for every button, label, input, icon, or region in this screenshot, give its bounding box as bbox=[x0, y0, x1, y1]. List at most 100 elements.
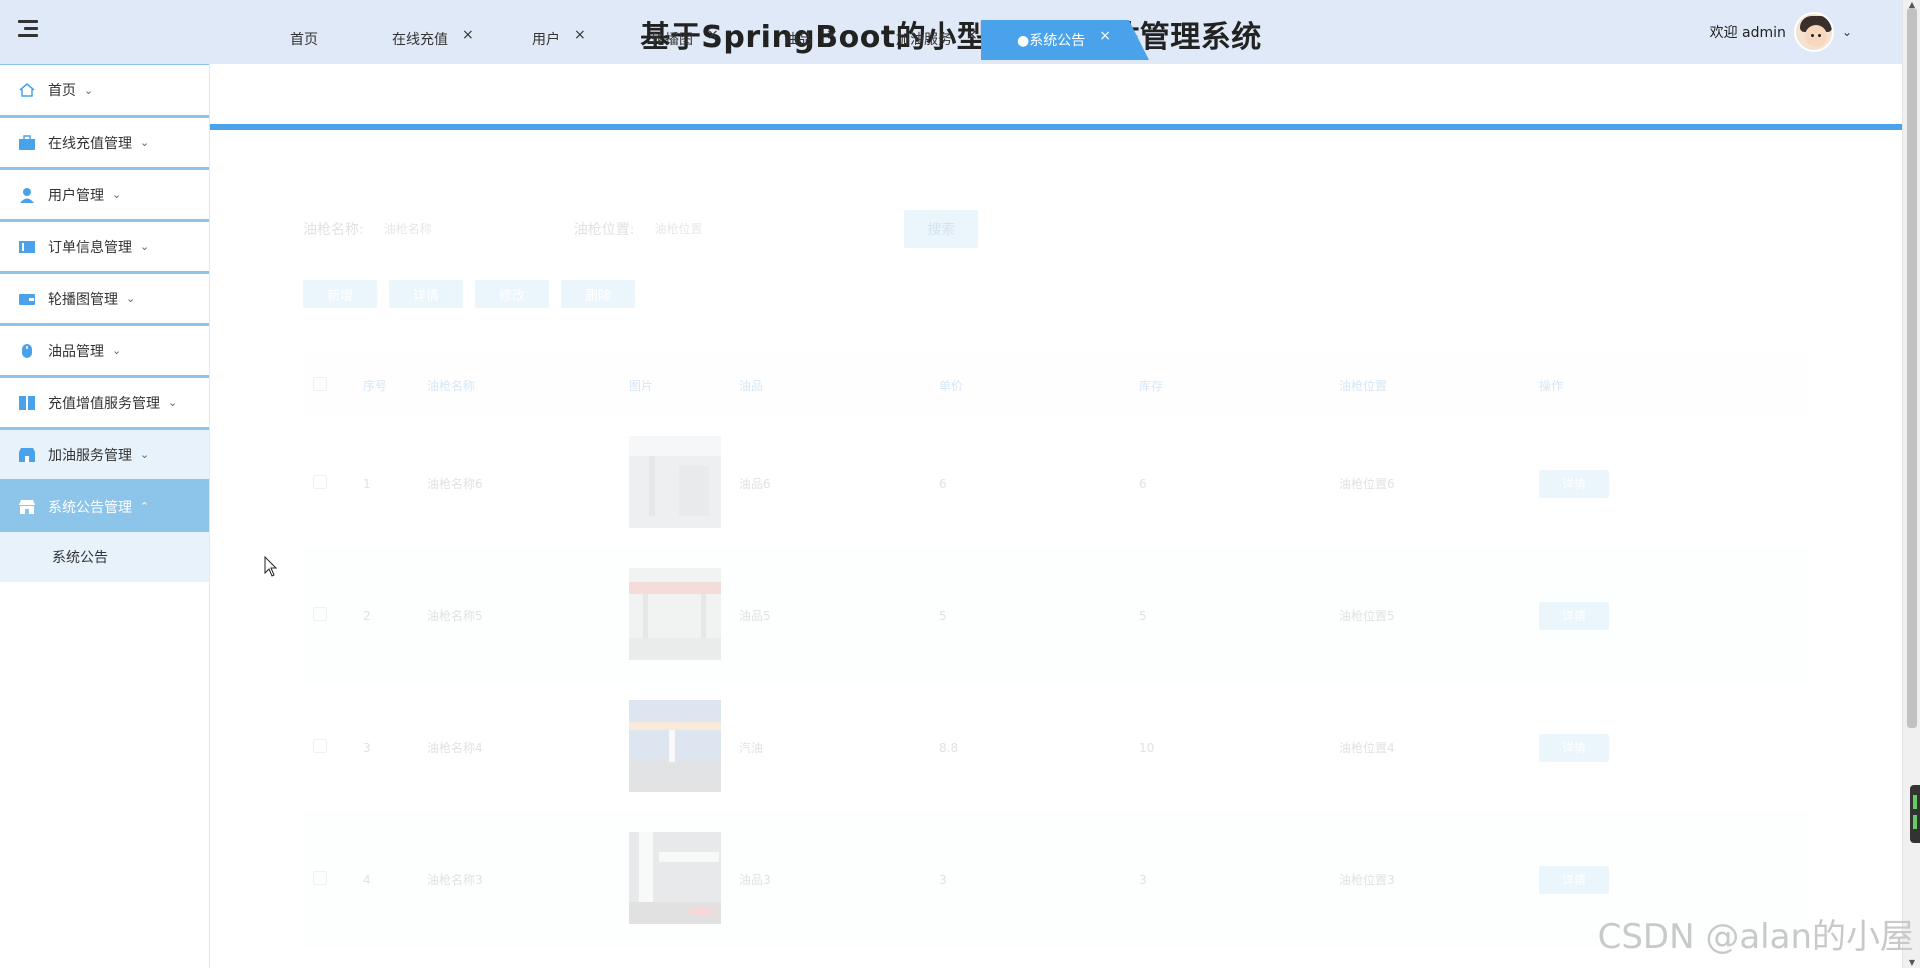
row-name: 油枪名称4 bbox=[427, 741, 483, 755]
row-location: 油枪位置4 bbox=[1339, 741, 1395, 755]
row-detail-button[interactable]: 详情 bbox=[1539, 733, 1609, 762]
gun-name-input[interactable] bbox=[383, 213, 534, 245]
row-detail-button[interactable]: 详情 bbox=[1539, 601, 1609, 630]
chevron-down-icon[interactable]: ⌄ bbox=[1842, 25, 1852, 39]
scroll-down-icon[interactable]: ▼ bbox=[1903, 958, 1920, 968]
home-icon bbox=[19, 83, 35, 97]
edit-button[interactable]: 修改 bbox=[475, 280, 549, 308]
sidebar-item-label: 油品管理 bbox=[48, 343, 104, 360]
row-oil: 油品3 bbox=[739, 873, 771, 887]
header-location[interactable]: 油枪位置 bbox=[1339, 377, 1539, 394]
shop-icon bbox=[19, 447, 35, 462]
row-detail-button[interactable]: 详情 bbox=[1539, 865, 1609, 894]
close-icon[interactable]: × bbox=[826, 27, 838, 43]
sidebar-item-value-added[interactable]: 充值增值服务管理 ⌄ bbox=[0, 376, 209, 428]
row-image bbox=[629, 568, 739, 663]
sidebar-item-oil[interactable]: 油品管理 ⌄ bbox=[0, 324, 209, 376]
header-name[interactable]: 油枪名称 bbox=[427, 377, 629, 394]
close-icon[interactable]: × bbox=[1099, 28, 1111, 44]
sidebar-item-label: 加油服务管理 bbox=[48, 447, 132, 464]
table-header: 序号 油枪名称 图片 油品 单价 库存 油枪位置 操作 bbox=[303, 352, 1809, 418]
sidebar-item-orders[interactable]: 订单信息管理 ⌄ bbox=[0, 220, 209, 272]
tab-home[interactable]: 首页 bbox=[290, 24, 318, 54]
tab-users[interactable]: 用户 × bbox=[532, 24, 586, 54]
tab-label: 用户 bbox=[532, 32, 560, 48]
tab-label: 轮播图 bbox=[651, 32, 693, 48]
search-bar: 油枪名称: 油枪位置: 搜索 bbox=[303, 210, 979, 248]
row-name: 油枪名称5 bbox=[427, 609, 483, 623]
user-menu[interactable]: 欢迎 admin ⌄ bbox=[1710, 10, 1852, 54]
tab-carousel[interactable]: 轮播图 × bbox=[651, 24, 719, 54]
mouse-cursor-icon bbox=[264, 556, 278, 577]
row-checkbox[interactable] bbox=[303, 739, 363, 756]
header-price[interactable]: 单价 bbox=[939, 377, 1139, 394]
delete-button[interactable]: 删除 bbox=[561, 280, 635, 308]
row-image bbox=[629, 832, 739, 927]
main-content: 油枪名称: 油枪位置: 搜索 新增 详情 修改 删除 序号 油枪名称 图片 油品… bbox=[210, 130, 1902, 968]
table-row: 3 油枪名称4 汽油 8.8 10 油枪位置4 详情 bbox=[303, 682, 1809, 814]
wallet-icon bbox=[19, 293, 35, 305]
row-location: 油枪位置3 bbox=[1339, 873, 1395, 887]
sidebar-item-recharge[interactable]: 在线充值管理 ⌄ bbox=[0, 116, 209, 168]
gun-location-input[interactable] bbox=[654, 213, 805, 245]
close-icon[interactable]: × bbox=[462, 27, 474, 43]
watermark: CSDN @alan的小屋 bbox=[1597, 917, 1914, 957]
sidebar-item-users[interactable]: 用户管理 ⌄ bbox=[0, 168, 209, 220]
close-icon[interactable]: × bbox=[707, 27, 719, 43]
tab-oil[interactable]: 油品 × bbox=[784, 24, 838, 54]
action-bar: 新增 详情 修改 删除 bbox=[303, 280, 635, 308]
sidebar-item-carousel[interactable]: 轮播图管理 ⌄ bbox=[0, 272, 209, 324]
tab-refuel-service[interactable]: 加油服务 × bbox=[896, 24, 978, 54]
header-op[interactable]: 操作 bbox=[1539, 377, 1739, 394]
scroll-thumb[interactable] bbox=[1907, 8, 1917, 728]
sidebar-item-label: 订单信息管理 bbox=[48, 239, 132, 256]
data-table: 序号 油枪名称 图片 油品 单价 库存 油枪位置 操作 1 油枪名称6 油品6 … bbox=[303, 352, 1809, 946]
side-widget[interactable] bbox=[1910, 785, 1920, 843]
add-button[interactable]: 新增 bbox=[303, 280, 377, 308]
row-oil: 汽油 bbox=[739, 741, 764, 755]
select-all-checkbox[interactable] bbox=[303, 376, 363, 394]
header-stock[interactable]: 库存 bbox=[1139, 377, 1339, 394]
chevron-down-icon: ⌄ bbox=[126, 292, 136, 305]
detail-button[interactable]: 详情 bbox=[389, 280, 463, 308]
sidebar-item-label: 首页 bbox=[48, 83, 76, 99]
close-icon[interactable]: × bbox=[574, 27, 586, 43]
row-index: 1 bbox=[363, 476, 371, 491]
row-detail-button[interactable]: 详情 bbox=[1539, 469, 1609, 498]
order-icon bbox=[19, 240, 35, 253]
sidebar-item-label: 在线充值管理 bbox=[48, 135, 132, 152]
row-name: 油枪名称6 bbox=[427, 477, 483, 491]
row-checkbox[interactable] bbox=[303, 475, 363, 492]
sidebar-item-home[interactable]: 首页 ⌄ bbox=[0, 64, 209, 116]
briefcase-icon bbox=[19, 134, 35, 150]
header-oil[interactable]: 油品 bbox=[739, 377, 939, 394]
row-price: 8.8 bbox=[939, 740, 959, 755]
chevron-down-icon: ⌄ bbox=[140, 448, 150, 461]
row-checkbox[interactable] bbox=[303, 871, 363, 888]
tab-recharge[interactable]: 在线充值 × bbox=[392, 24, 474, 54]
sidebar-item-label: 系统公告管理 bbox=[48, 499, 132, 516]
search-button[interactable]: 搜索 bbox=[904, 210, 979, 248]
tab-announcements[interactable]: ●系统公告 × bbox=[981, 20, 1149, 60]
row-location: 油枪位置5 bbox=[1339, 609, 1395, 623]
row-oil: 油品6 bbox=[739, 477, 771, 491]
row-index: 2 bbox=[363, 608, 371, 623]
search-label-location: 油枪位置: bbox=[573, 222, 635, 238]
row-oil: 油品5 bbox=[739, 609, 771, 623]
row-price: 5 bbox=[939, 608, 947, 623]
row-price: 3 bbox=[939, 872, 947, 887]
sidebar-item-announcements[interactable]: 系统公告管理 ⌃ bbox=[0, 480, 209, 532]
tab-label: 首页 bbox=[290, 32, 318, 48]
tab-label: ●系统公告 bbox=[1017, 33, 1086, 49]
close-icon[interactable]: × bbox=[966, 27, 978, 43]
row-checkbox[interactable] bbox=[303, 607, 363, 624]
avatar[interactable] bbox=[1793, 12, 1834, 52]
mouse-icon bbox=[22, 343, 32, 358]
sidebar-item-refuel-service[interactable]: 加油服务管理 ⌄ bbox=[0, 428, 209, 480]
table-row: 2 油枪名称5 油品5 5 5 油枪位置5 详情 bbox=[303, 550, 1809, 682]
columns-icon bbox=[19, 395, 35, 410]
header-index[interactable]: 序号 bbox=[363, 377, 427, 394]
row-index: 3 bbox=[363, 740, 371, 755]
header-image[interactable]: 图片 bbox=[629, 377, 739, 394]
sidebar-subitem-announcement[interactable]: 系统公告 bbox=[0, 532, 209, 582]
